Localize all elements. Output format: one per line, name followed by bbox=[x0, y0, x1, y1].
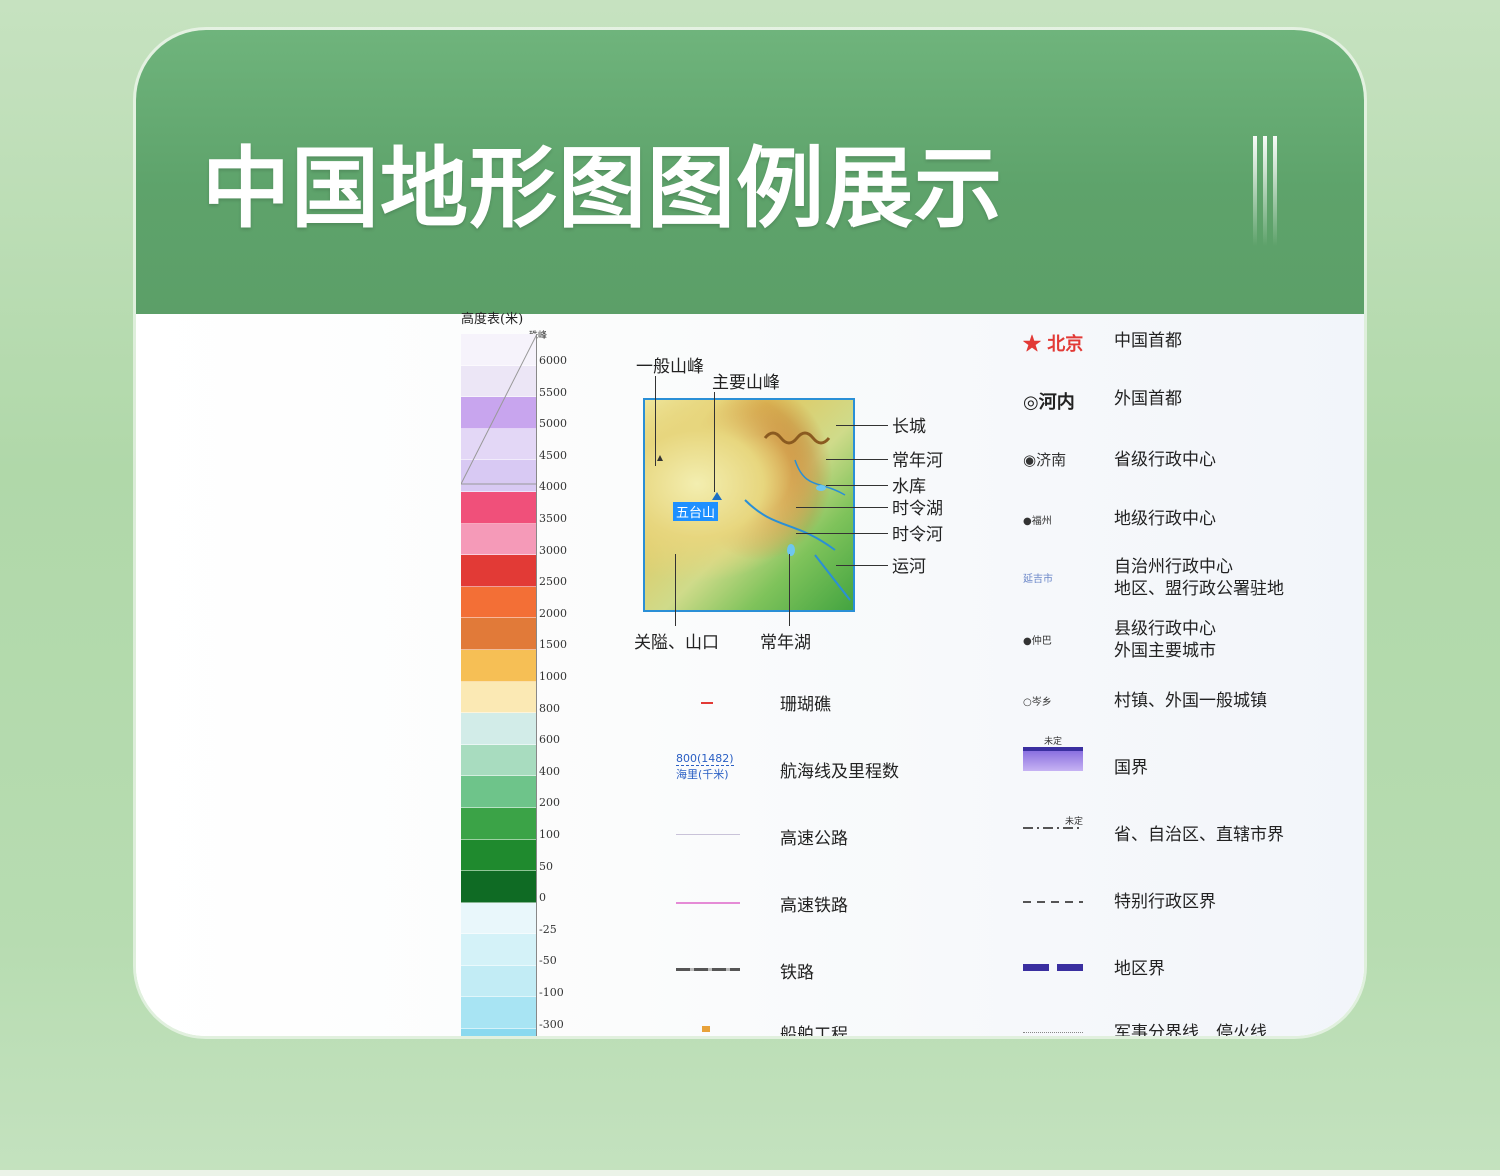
elevation-band bbox=[461, 902, 537, 935]
card-header: 中国地形图图例展示 bbox=[136, 30, 1364, 314]
elevation-band bbox=[461, 997, 537, 1030]
annotation-canal: 运河 bbox=[892, 557, 926, 577]
provincial-center-symbol: ◉济南 bbox=[1023, 451, 1067, 469]
annotation-seasonal-lake: 时令湖 bbox=[892, 499, 943, 519]
great-wall-icon bbox=[763, 431, 831, 445]
legend-foreign-capital: 外国首都 bbox=[1114, 389, 1182, 409]
prefecture-center-symbol: ●福州 bbox=[1023, 516, 1052, 527]
elevation-label: 600 bbox=[539, 733, 560, 747]
elevation-band bbox=[461, 681, 537, 714]
annotation-perennial-lake: 常年湖 bbox=[760, 633, 811, 653]
elevation-label: 5000 bbox=[539, 417, 567, 431]
high-speed-rail-icon bbox=[676, 902, 740, 904]
sea-route-icon: 800(1482) 海里(千米) bbox=[676, 752, 734, 781]
decoration-lines-icon bbox=[1253, 136, 1283, 250]
legend-national-border: 国界 bbox=[1114, 758, 1148, 778]
elevation-wedge bbox=[461, 334, 537, 485]
general-peak-icon bbox=[657, 455, 663, 461]
legend-ship: 船舶工程 bbox=[780, 1025, 848, 1036]
elevation-label: 4500 bbox=[539, 448, 567, 462]
elevation-label: 2500 bbox=[539, 575, 567, 589]
ship-icon bbox=[702, 1026, 710, 1032]
elevation-band bbox=[461, 1029, 537, 1036]
coral-reef-icon bbox=[701, 702, 713, 706]
elevation-band bbox=[461, 965, 537, 998]
district-border-icon bbox=[1023, 964, 1083, 971]
legend-sar-border: 特别行政区界 bbox=[1114, 892, 1216, 912]
legend-provincial-border: 省、自治区、直辖市界 bbox=[1114, 825, 1284, 845]
annotation-great-wall: 长城 bbox=[892, 417, 926, 437]
legend-high-speed-rail: 高速铁路 bbox=[780, 896, 848, 916]
provincial-border-icon: 未定 bbox=[1023, 814, 1083, 829]
legend-prefecture-center: 地级行政中心 bbox=[1114, 509, 1216, 529]
elevation-label: 400 bbox=[539, 764, 560, 778]
elevation-band bbox=[461, 649, 537, 682]
peak-icon bbox=[712, 492, 722, 500]
legend-expressway: 高速公路 bbox=[780, 829, 848, 849]
mountain-name-label: 五台山 bbox=[673, 502, 719, 521]
bottom-strip bbox=[0, 1170, 1500, 1176]
elevation-band bbox=[461, 807, 537, 840]
elevation-band bbox=[461, 618, 537, 650]
elevation-title: 高度表(米) bbox=[461, 312, 524, 327]
military-line-icon bbox=[1023, 1032, 1083, 1034]
legend-military-line: 军事分界线 停火线 bbox=[1114, 1023, 1267, 1036]
elevation-band bbox=[461, 744, 537, 777]
legend-district-border: 地区界 bbox=[1114, 959, 1165, 979]
elevation-label: 3000 bbox=[539, 543, 567, 557]
elevation-label: 1000 bbox=[539, 670, 567, 683]
capital-symbol: ★ 北京 bbox=[1023, 334, 1084, 355]
town-symbol: ○岑乡 bbox=[1023, 697, 1052, 708]
elevation-label: -300 bbox=[539, 1017, 564, 1031]
annotation-seasonal-river: 时令河 bbox=[892, 525, 943, 545]
elevation-label: 0 bbox=[539, 891, 546, 905]
legend-town: 村镇、外国一般城镇 bbox=[1114, 691, 1267, 711]
county-center-symbol: ●仲巴 bbox=[1023, 636, 1052, 647]
elevation-band bbox=[461, 586, 537, 619]
expressway-icon bbox=[676, 834, 740, 835]
national-border-icon: 未定 bbox=[1023, 734, 1083, 771]
elevation-label: 200 bbox=[539, 796, 560, 810]
legend-railway: 铁路 bbox=[780, 963, 814, 983]
foreign-capital-symbol: ◎河内 bbox=[1023, 392, 1075, 413]
annotation-pass: 关隘、山口 bbox=[634, 633, 719, 653]
legend-card: 中国地形图图例展示 高度表(米) 珠峰 6000 5500 5000 4500 4000… bbox=[136, 30, 1364, 1036]
legend-provincial-center: 省级行政中心 bbox=[1114, 450, 1216, 470]
elevation-label: -50 bbox=[539, 954, 557, 968]
legend-autonomous-center: 自治州行政中心 地区、盟行政公署驻地 bbox=[1114, 557, 1284, 599]
elevation-label: 5500 bbox=[539, 385, 567, 399]
reservoir-icon bbox=[816, 485, 826, 491]
legend-sea-route: 航海线及里程数 bbox=[780, 762, 899, 782]
elevation-band bbox=[461, 839, 537, 872]
elevation-band bbox=[461, 523, 537, 556]
elevation-label: 3500 bbox=[539, 512, 567, 525]
annotation-general-peak: 一般山峰 bbox=[636, 357, 704, 377]
elevation-label: 50 bbox=[539, 859, 553, 873]
sar-border-icon bbox=[1023, 901, 1083, 903]
elevation-label: -25 bbox=[539, 922, 557, 936]
elevation-label: 100 bbox=[539, 828, 560, 841]
legend-county-center: 县级行政中心 外国主要城市 bbox=[1114, 619, 1216, 661]
railway-icon bbox=[676, 968, 740, 971]
legend-coral-reef: 珊瑚礁 bbox=[780, 695, 831, 715]
elevation-label: 6000 bbox=[539, 354, 567, 367]
annotation-main-peak: 主要山峰 bbox=[712, 373, 780, 393]
elevation-label: 1500 bbox=[539, 638, 567, 652]
elevation-label: 800 bbox=[539, 701, 560, 715]
autonomous-center-symbol: 延吉市 bbox=[1023, 574, 1053, 585]
elevation-band bbox=[461, 934, 537, 966]
elevation-label: 4000 bbox=[539, 480, 567, 494]
elevation-label: -100 bbox=[539, 986, 564, 999]
legend-image: 高度表(米) 珠峰 6000 5500 5000 4500 4000 3500 3000 25… bbox=[136, 312, 1364, 1036]
page-title: 中国地形图图例展示 bbox=[202, 137, 1004, 240]
elevation-label: 2000 bbox=[539, 606, 567, 620]
elevation-band bbox=[461, 555, 537, 587]
elevation-band bbox=[461, 713, 537, 745]
legend-capital: 中国首都 bbox=[1114, 331, 1182, 351]
elevation-band bbox=[461, 776, 537, 808]
annotation-perennial-river: 常年河 bbox=[892, 451, 943, 471]
elevation-band bbox=[461, 871, 537, 903]
